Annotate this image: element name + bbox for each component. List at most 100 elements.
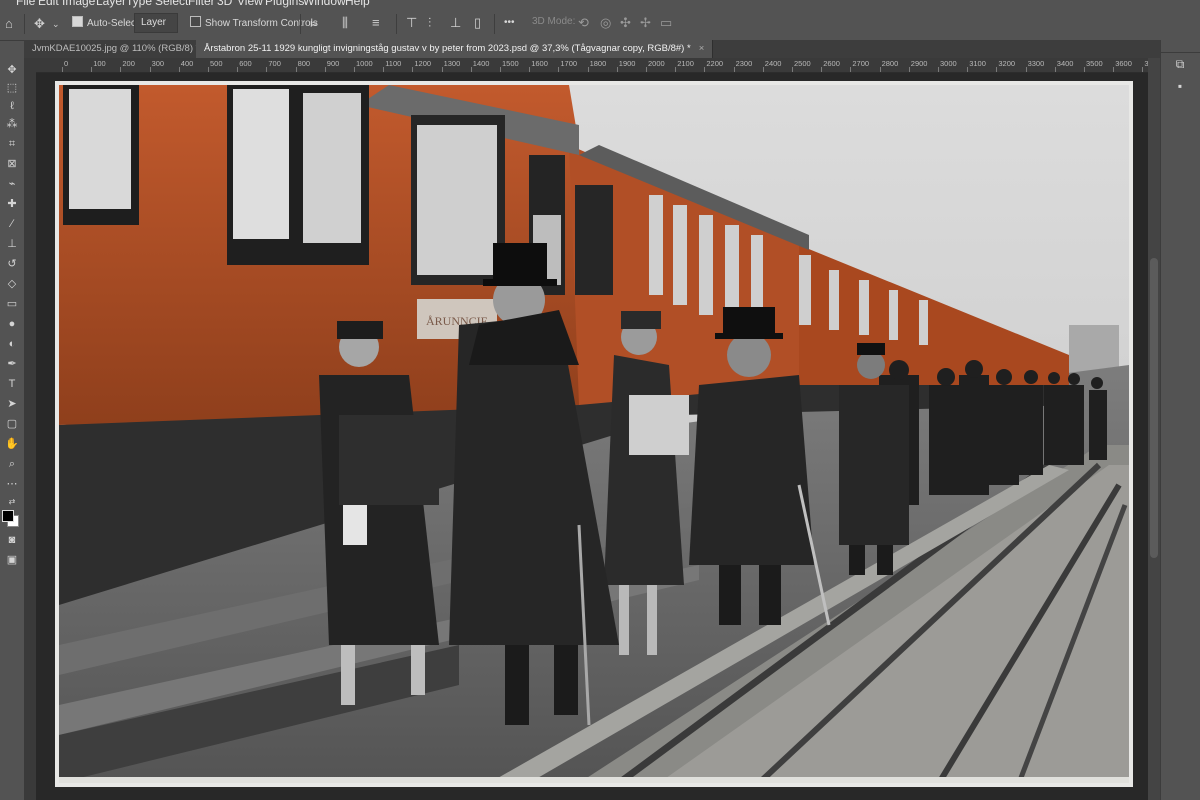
auto-select-dropdown[interactable]: Layer ⌄: [134, 13, 178, 45]
marquee-tool-icon[interactable]: ⬚: [2, 80, 22, 96]
pen-tool-icon[interactable]: ✒: [2, 356, 22, 372]
ruler-tick: [733, 67, 735, 72]
more-options-button[interactable]: •••: [504, 17, 515, 28]
frame-tool-icon[interactable]: ⊠: [2, 156, 22, 172]
ruler-tick-label: 2800: [881, 59, 899, 68]
menu-file[interactable]: File: [16, 0, 35, 8]
ruler-tick-label: 200: [122, 59, 135, 68]
menu-edit[interactable]: Edit: [38, 0, 59, 8]
ruler-tick: [821, 67, 823, 72]
type-tool-icon[interactable]: T: [2, 376, 22, 392]
auto-select-checkbox[interactable]: Auto-Select:: [72, 16, 141, 29]
align-left-icon[interactable]: ⫢: [310, 15, 317, 31]
screen-mode-icon[interactable]: ▣: [2, 552, 22, 568]
brush-tool-icon[interactable]: ∕: [2, 216, 22, 232]
show-transform-checkbox[interactable]: Show Transform Controls: [190, 16, 318, 29]
close-icon[interactable]: ×: [699, 43, 705, 54]
menu-help[interactable]: Help: [345, 0, 370, 8]
ruler-tick-label: 2400: [764, 59, 782, 68]
move-tool-icon[interactable]: ✥: [2, 62, 22, 78]
comments-panel-icon[interactable]: ▪: [1171, 78, 1189, 94]
home-icon[interactable]: ⌂: [5, 16, 13, 32]
ruler-tick: [62, 67, 63, 72]
eraser-tool-icon[interactable]: ◇: [2, 276, 22, 292]
ruler-tick: [646, 67, 647, 72]
ruler-tick: [412, 67, 414, 72]
3d-rotate-icon[interactable]: ⟲: [578, 15, 589, 31]
clone-stamp-icon[interactable]: ⊥: [2, 236, 22, 252]
vertical-scrollbar[interactable]: [1148, 58, 1160, 800]
dodge-tool-icon[interactable]: ◐: [2, 336, 22, 352]
canvas-workspace[interactable]: ÅRUNNCIE: [36, 73, 1148, 800]
dock-grip[interactable]: [1161, 46, 1200, 53]
menu-window[interactable]: Window: [303, 0, 346, 8]
3d-slide-icon[interactable]: ✢: [640, 15, 651, 31]
crop-tool-icon[interactable]: ⌗: [2, 136, 22, 152]
chevron-down-icon[interactable]: ⌄: [52, 16, 60, 32]
ruler-tick-label: 3100: [969, 59, 986, 68]
lasso-tool-icon[interactable]: ℓ: [2, 98, 22, 114]
menu-layer[interactable]: Layer: [96, 0, 126, 8]
move-tool-icon[interactable]: ✥: [34, 16, 45, 32]
quick-mask-icon[interactable]: ◙: [2, 532, 22, 548]
tab-document-2[interactable]: Årstabron 25-11 1929 kungligt invignings…: [196, 40, 714, 58]
document-tabs: JvmKDAE10025.jpg @ 110% (RGB/8) *× Årsta…: [24, 40, 1160, 58]
3d-roll-icon[interactable]: ◎: [600, 15, 611, 31]
ruler-tick: [704, 67, 706, 72]
document-canvas[interactable]: ÅRUNNCIE: [55, 81, 1133, 787]
ruler-tick: [91, 67, 93, 72]
ruler-tick: [324, 67, 326, 72]
ruler-tick: [850, 67, 852, 72]
menu-filter[interactable]: Filter: [188, 0, 215, 8]
ruler-tick: [266, 67, 268, 72]
align-right-icon[interactable]: ≡: [372, 15, 380, 31]
ruler-tick: [441, 67, 443, 72]
align-top-icon[interactable]: ⊤: [406, 15, 417, 31]
ruler-tick-label: 3000: [940, 59, 957, 68]
3d-camera-icon[interactable]: ▭: [660, 15, 672, 31]
menu-type[interactable]: Type: [126, 0, 152, 8]
tab-document-1[interactable]: JvmKDAE10025.jpg @ 110% (RGB/8) *×: [24, 40, 222, 58]
more-tools-icon[interactable]: ⋯: [2, 476, 22, 492]
history-panel-icon[interactable]: ⧉: [1171, 56, 1189, 72]
ruler-tick: [529, 67, 531, 72]
align-middle-icon[interactable]: ⫶: [428, 15, 431, 31]
ruler-tick-label: 500: [210, 59, 223, 68]
menu-view[interactable]: View: [237, 0, 263, 8]
ruler-tick-label: 3400: [1056, 59, 1074, 68]
ruler-tick-label: 2500: [794, 59, 811, 68]
3d-drag-icon[interactable]: ✣: [620, 15, 631, 31]
ruler-tick-label: 0: [64, 59, 69, 68]
healing-brush-icon[interactable]: ✚: [2, 196, 22, 212]
zoom-tool-icon[interactable]: ⌕: [2, 456, 22, 472]
path-select-icon[interactable]: ➤: [2, 396, 22, 412]
distribute-icon[interactable]: ▯: [474, 15, 481, 31]
ruler-tick: [149, 67, 151, 72]
history-brush-icon[interactable]: ↺: [2, 256, 22, 272]
align-bottom-icon[interactable]: ⊥: [450, 15, 461, 31]
hand-tool-icon[interactable]: ✋: [2, 436, 22, 452]
ruler-tick-label: 400: [180, 59, 194, 68]
tab-label: Årstabron 25-11 1929 kungligt invignings…: [204, 43, 691, 54]
ruler-tick: [354, 67, 355, 72]
side-panel-dock: ⧉ ▪: [1160, 40, 1200, 800]
ruler-tick: [295, 67, 297, 72]
ruler-tick: [908, 67, 910, 72]
scrollbar-thumb[interactable]: [1150, 258, 1158, 558]
ruler-tick: [792, 67, 793, 72]
gradient-tool-icon[interactable]: ▭: [2, 296, 22, 312]
eyedropper-icon[interactable]: ⌁: [2, 176, 22, 192]
swap-colors-icon[interactable]: ⇄: [2, 494, 22, 510]
menu-3d[interactable]: 3D: [217, 0, 232, 8]
menu-image[interactable]: Image: [62, 0, 95, 8]
align-center-icon[interactable]: ⫼: [342, 15, 348, 31]
ruler-tick-label: 100: [93, 59, 106, 68]
foreground-color-swatch[interactable]: [2, 510, 14, 522]
rectangle-tool-icon[interactable]: ▢: [2, 416, 22, 432]
ruler-tick: [470, 67, 472, 72]
menu-select[interactable]: Select: [155, 0, 188, 8]
ruler-tick: [1084, 67, 1085, 72]
menu-plugins[interactable]: Plugins: [265, 0, 304, 8]
blur-tool-icon[interactable]: ●: [2, 316, 22, 332]
magic-wand-icon[interactable]: ⁂: [2, 116, 22, 132]
